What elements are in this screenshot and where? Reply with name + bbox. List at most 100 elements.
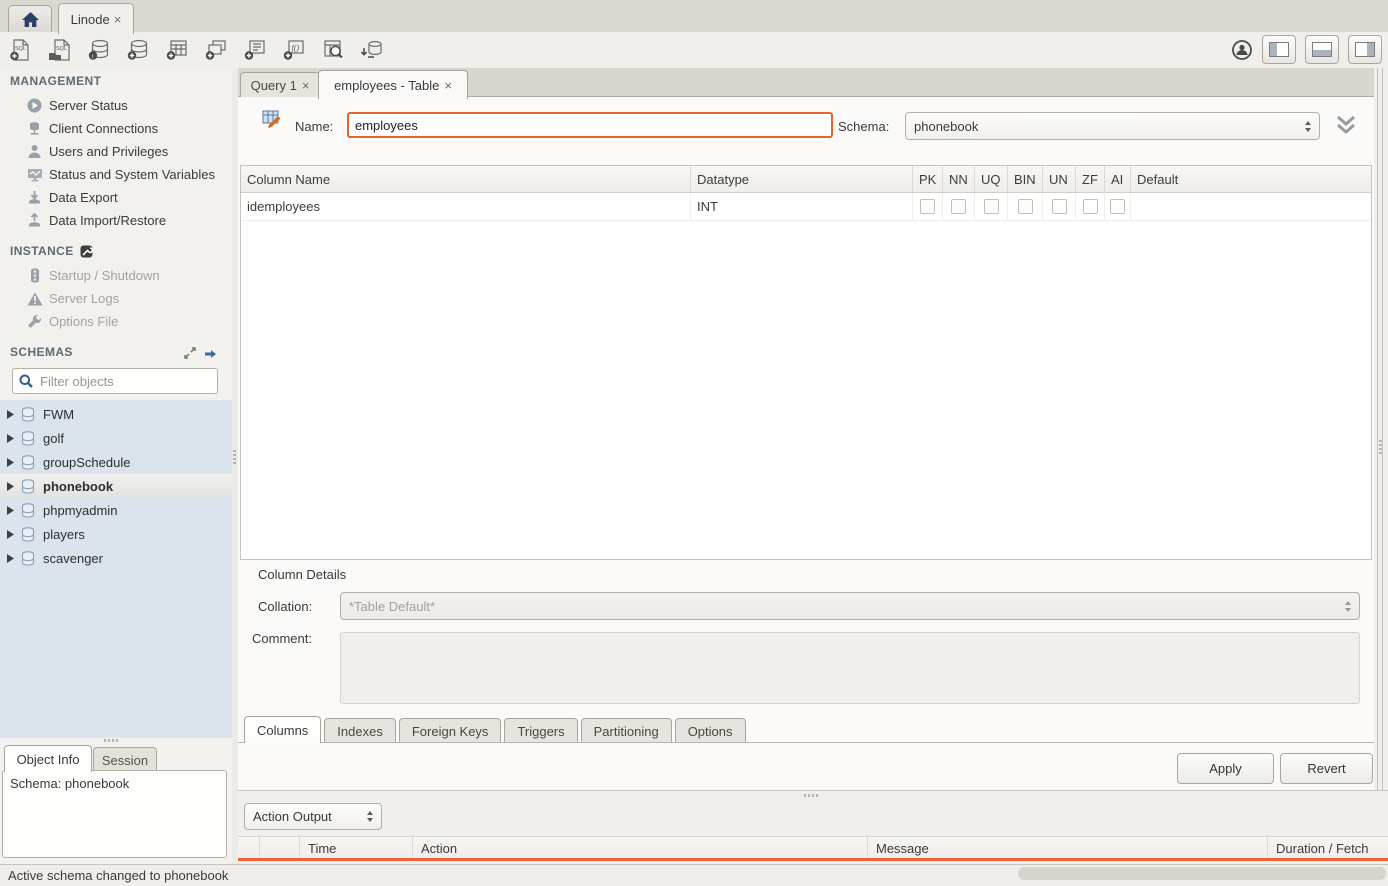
tab-query-1[interactable]: Query 1 × <box>240 72 320 98</box>
subtab-options[interactable]: Options <box>675 718 746 743</box>
splitter-grip[interactable] <box>233 450 236 464</box>
col-header-zf[interactable]: ZF <box>1076 166 1105 192</box>
revert-button[interactable]: Revert <box>1280 753 1373 784</box>
toggle-left-sidebar-icon[interactable] <box>1262 35 1296 64</box>
schema-row-players[interactable]: players <box>0 522 232 546</box>
expand-form-chevron-icon[interactable] <box>1334 114 1358 136</box>
toggle-right-sidebar-icon[interactable] <box>1348 35 1382 64</box>
close-icon[interactable]: × <box>302 79 310 92</box>
output-col-message[interactable]: Message <box>868 837 1268 859</box>
create-routine-icon[interactable] <box>242 38 268 62</box>
sidebar-item-users-privileges[interactable]: Users and Privileges <box>0 140 232 163</box>
sidebar-item-client-connections[interactable]: Client Connections <box>0 117 232 140</box>
sidebar-item-data-import[interactable]: Data Import/Restore <box>0 209 232 232</box>
column-row-idemployees[interactable]: idemployees INT <box>241 193 1371 221</box>
col-header-default[interactable]: Default <box>1131 166 1371 192</box>
col-header-un[interactable]: UN <box>1043 166 1076 192</box>
output-splitter-grip[interactable] <box>804 794 820 797</box>
col-header-column-name[interactable]: Column Name <box>241 166 691 192</box>
uq-checkbox[interactable] <box>984 199 999 214</box>
schema-row-fwm[interactable]: FWM <box>0 402 232 426</box>
sidebar-item-startup-shutdown[interactable]: Startup / Shutdown <box>0 264 232 287</box>
reconnect-dbms-icon[interactable] <box>359 38 385 62</box>
output-type-select[interactable]: Action Output <box>244 803 382 830</box>
expand-schemas-icon[interactable] <box>184 347 196 359</box>
apply-button[interactable]: Apply <box>1177 753 1274 784</box>
subtab-triggers[interactable]: Triggers <box>504 718 577 743</box>
col-header-nn[interactable]: NN <box>943 166 975 192</box>
cell-nn[interactable] <box>943 193 975 220</box>
tab-employees-table[interactable]: employees - Table × <box>318 70 468 99</box>
search-table-data-icon[interactable] <box>320 38 346 62</box>
sidebar-item-status-system-variables[interactable]: Status and System Variables <box>0 163 232 186</box>
open-sql-script-icon[interactable]: SQL <box>47 38 73 62</box>
expander-triangle-icon[interactable] <box>7 506 14 515</box>
output-col-duration[interactable]: Duration / Fetch <box>1268 837 1388 859</box>
table-name-input[interactable] <box>347 112 833 138</box>
cell-default[interactable] <box>1131 193 1371 220</box>
cell-pk[interactable] <box>913 193 943 220</box>
sidebar-item-server-logs[interactable]: Server Logs <box>0 287 232 310</box>
cell-zf[interactable] <box>1076 193 1105 220</box>
expander-triangle-icon[interactable] <box>7 458 14 467</box>
connection-tab-linode[interactable]: Linode × <box>58 3 134 34</box>
expander-triangle-icon[interactable] <box>7 410 14 419</box>
col-header-ai[interactable]: AI <box>1105 166 1131 192</box>
cell-uq[interactable] <box>975 193 1008 220</box>
schema-row-golf[interactable]: golf <box>0 426 232 450</box>
create-schema-icon[interactable] <box>125 38 151 62</box>
close-icon[interactable]: × <box>444 79 452 92</box>
col-header-bin[interactable]: BIN <box>1008 166 1043 192</box>
import-up-arrow-icon <box>26 213 43 228</box>
expander-triangle-icon[interactable] <box>7 482 14 491</box>
new-sql-tab-icon[interactable]: SQL <box>8 38 34 62</box>
bin-checkbox[interactable] <box>1018 199 1033 214</box>
home-tab[interactable] <box>8 5 52 32</box>
expander-triangle-icon[interactable] <box>7 530 14 539</box>
splitter-grip[interactable] <box>1379 440 1382 454</box>
col-header-datatype[interactable]: Datatype <box>691 166 913 192</box>
schema-select[interactable]: phonebook <box>905 112 1320 140</box>
un-checkbox[interactable] <box>1052 199 1067 214</box>
subtab-indexes[interactable]: Indexes <box>324 718 396 743</box>
tab-session[interactable]: Session <box>93 747 157 772</box>
refresh-schemas-icon[interactable] <box>204 347 217 359</box>
cell-bin[interactable] <box>1008 193 1043 220</box>
sidebar-item-server-status[interactable]: Server Status <box>0 94 232 117</box>
schema-inspector-icon[interactable]: i <box>86 38 112 62</box>
tab-object-info[interactable]: Object Info <box>4 745 92 772</box>
schema-row-scavenger[interactable]: scavenger <box>0 546 232 570</box>
schema-filter[interactable] <box>12 368 218 394</box>
schema-row-groupschedule[interactable]: groupSchedule <box>0 450 232 474</box>
expander-triangle-icon[interactable] <box>7 434 14 443</box>
create-function-icon[interactable]: f() <box>281 38 307 62</box>
schema-row-phonebook-selected[interactable]: phonebook <box>0 474 232 498</box>
close-icon[interactable]: × <box>114 13 122 26</box>
cell-column-name[interactable]: idemployees <box>241 193 691 220</box>
ai-checkbox[interactable] <box>1110 199 1125 214</box>
sidebar-item-options-file[interactable]: Options File <box>0 310 232 333</box>
schema-row-phpmyadmin[interactable]: phpmyadmin <box>0 498 232 522</box>
schema-filter-input[interactable] <box>38 373 202 390</box>
cell-un[interactable] <box>1043 193 1076 220</box>
output-col-time[interactable]: Time <box>300 837 413 859</box>
subtab-columns[interactable]: Columns <box>244 716 321 743</box>
create-view-icon[interactable] <box>203 38 229 62</box>
toggle-bottom-panel-icon[interactable] <box>1305 35 1339 64</box>
col-header-uq[interactable]: UQ <box>975 166 1008 192</box>
sidebar-panel-splitter[interactable] <box>104 739 120 742</box>
col-header-pk[interactable]: PK <box>913 166 943 192</box>
create-table-icon[interactable] <box>164 38 190 62</box>
subtab-partitioning[interactable]: Partitioning <box>581 718 672 743</box>
nn-checkbox[interactable] <box>951 199 966 214</box>
expander-triangle-icon[interactable] <box>7 554 14 563</box>
pk-checkbox[interactable] <box>920 199 935 214</box>
right-panel-rail[interactable] <box>1374 68 1388 790</box>
output-col-action[interactable]: Action <box>413 837 868 859</box>
subtab-foreign-keys[interactable]: Foreign Keys <box>399 718 502 743</box>
sidebar-item-data-export[interactable]: Data Export <box>0 186 232 209</box>
horizontal-scrollbar-thumb[interactable] <box>1018 867 1386 880</box>
zf-checkbox[interactable] <box>1083 199 1098 214</box>
cell-ai[interactable] <box>1105 193 1131 220</box>
cell-datatype[interactable]: INT <box>691 193 913 220</box>
